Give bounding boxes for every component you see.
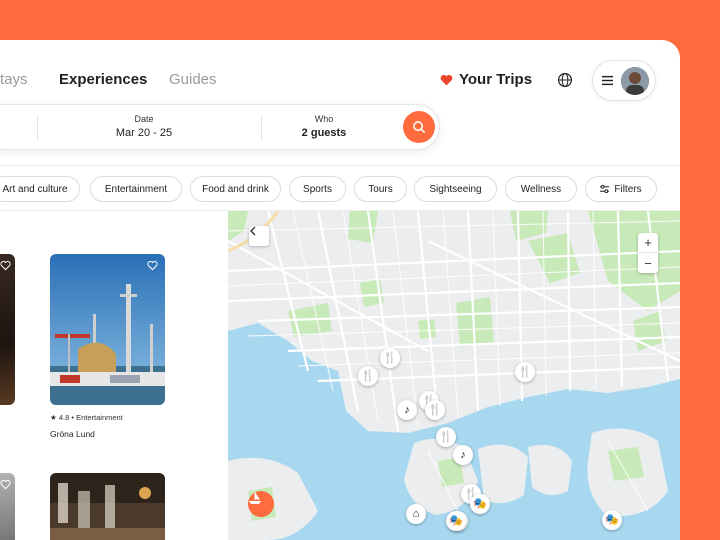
filters-button[interactable]: Filters [585,176,657,202]
heart-outline-icon[interactable] [147,260,158,271]
listing-image[interactable] [0,254,15,405]
listing-image[interactable] [50,473,165,540]
listing-rating: 4.8 [58,413,70,422]
search-button[interactable] [403,111,435,143]
map-pin-food[interactable]: 🍴 [425,400,445,420]
tab-experiences[interactable]: Experiences [59,71,147,88]
date-field[interactable]: Mar 20 - 25 [84,127,204,139]
who-label: Who [314,114,334,124]
meta-separator: • [71,413,74,422]
listing-image[interactable] [50,254,165,405]
category-chip-sports[interactable]: Sports [289,176,346,202]
chevron-left-icon [250,226,256,236]
utensils-icon: 🍴 [518,365,532,378]
current-location-pin[interactable] [248,491,274,517]
who-field[interactable]: 2 guests [264,127,384,139]
map[interactable]: + − 🍴 🍴 🍴 ♪ 🍴 🍴 🍴 ♪ 🍴 🎭 🍴 ⌂ 🎭 🎭 [228,211,680,540]
zoom-controls: + − [638,233,658,273]
category-chip-art[interactable]: Art and culture [0,176,80,202]
globe-icon[interactable] [557,72,573,88]
tab-stays[interactable]: Stays [0,71,28,88]
utensils-icon: 🍴 [428,403,442,416]
map-pin-theater[interactable]: 🎭 [470,494,490,514]
map-pin-food[interactable]: 🍴 [380,348,400,368]
map-pin-food[interactable]: 🍴 [358,366,378,386]
zoom-in-button[interactable]: + [638,233,658,253]
app-window: Stays Experiences Guides Your Trips [0,40,680,540]
heart-outline-icon[interactable] [0,260,11,271]
theater-masks-icon: 🎭 [449,514,463,527]
theater-masks-icon: 🎭 [473,497,487,510]
search-icon [413,121,426,134]
utensils-icon: 🍴 [383,351,397,364]
music-note-icon: ♪ [460,448,466,461]
filters-label: Filters [614,183,642,195]
category-chip-entertainment[interactable]: Entertainment [90,176,182,202]
sliders-icon [600,185,610,193]
tab-guides[interactable]: Guides [169,71,217,88]
amusement-park-photo [50,254,165,405]
search-bar: Date Mar 20 - 25 Who 2 guests [0,104,440,150]
map-pin-museum[interactable]: ⌂ [406,504,426,524]
your-trips-link[interactable]: Your Trips [440,71,532,88]
profile-menu-button[interactable] [592,60,656,101]
category-chip-tours[interactable]: Tours [354,176,407,202]
utensils-icon: 🍴 [439,430,453,443]
star-icon: ★ [50,413,57,422]
your-trips-label: Your Trips [459,71,533,88]
category-chip-wellness[interactable]: Wellness [505,176,577,202]
music-note-icon: ♪ [404,403,410,416]
theater-masks-icon: 🎭 [605,513,619,526]
landmark-icon: ⌂ [412,507,420,520]
category-chip-sightseeing[interactable]: Sightseeing [414,176,497,202]
collapse-map-button[interactable] [249,226,269,246]
listing-title[interactable]: Gröna Lund [50,429,95,439]
map-pin-food[interactable]: 🍴 [436,427,456,447]
zoom-out-button[interactable]: − [638,253,658,273]
map-canvas [228,211,680,540]
listing-image[interactable] [0,473,15,540]
boat-icon [249,491,261,504]
category-chip-food[interactable]: Food and drink [190,176,281,202]
menu-icon [602,75,613,86]
listing-category: Entertainment [76,413,123,422]
search-divider [261,115,262,141]
map-pin-music[interactable]: ♪ [397,400,417,420]
heart-icon [440,74,453,85]
search-divider [37,115,38,141]
divider [0,165,680,166]
heart-outline-icon[interactable] [0,479,11,490]
avatar [621,67,649,95]
restaurant-photo [50,473,165,540]
map-pin-food[interactable]: 🍴 [515,362,535,382]
map-pin-theater[interactable]: 🎭 [602,510,622,530]
utensils-icon: 🍴 [361,369,375,382]
date-label: Date [134,114,154,124]
map-pin-music[interactable]: ♪ [453,445,473,465]
listing-meta: ★ 4.8 • Entertainment [50,413,123,422]
map-pin-theater[interactable]: 🎭 [446,511,466,531]
